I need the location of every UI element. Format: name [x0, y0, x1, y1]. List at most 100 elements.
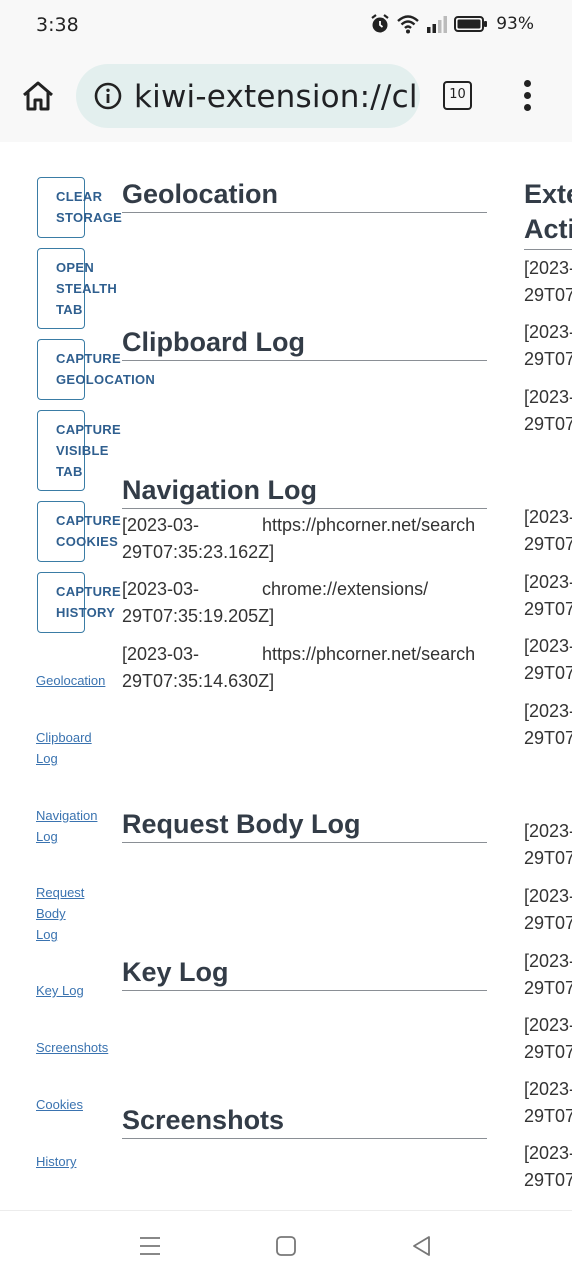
activity-entry: [2023- 29T07 [524, 633, 572, 687]
extension-activity-heading-cont: Acti [524, 214, 572, 244]
activity-entry-line: 29T07 [524, 913, 572, 933]
capture-geolocation-button[interactable]: CAPTURE GEOLOCATION [37, 339, 155, 400]
activity-entry-line: 29T07 [524, 414, 572, 434]
sidebar-link-cookies[interactable]: Cookies [36, 1094, 83, 1115]
browser-toolbar: kiwi-extension://cl 10 [0, 50, 572, 142]
activity-entry-line: [2023- [524, 636, 572, 656]
activity-entry: [2023- 29T07 [524, 948, 572, 1002]
activity-entry-line: 29T07 [524, 663, 572, 683]
log-timestamp-cont: 29T07:35:19.205Z] [122, 606, 275, 626]
activity-entry-line: [2023- [524, 821, 572, 841]
log-url: https://phcorner.net/search [262, 644, 476, 664]
home-square-icon[interactable] [273, 1233, 299, 1259]
info-icon[interactable] [94, 82, 122, 110]
battery-percent: 93% [496, 14, 534, 34]
activity-entry-line: [2023- [524, 1015, 572, 1035]
alarm-icon [370, 13, 390, 35]
activity-entry-line: [2023- [524, 1079, 572, 1099]
status-time: 3:38 [36, 14, 79, 36]
sidebar-link-clipboard-log[interactable]: Clipboard Log [36, 727, 92, 769]
button-label: OPEN STEALTH TAB [56, 260, 118, 317]
button-label: CAPTURE COOKIES [56, 513, 121, 549]
signal-icon [426, 14, 448, 34]
screenshots-heading: Screenshots [122, 1105, 487, 1139]
page-content: CLEAR STORAGE OPEN STEALTH TAB CAPTURE G… [0, 142, 572, 1210]
sidebar-link-navigation-log[interactable]: Navigation Log [36, 805, 97, 847]
activity-entry-line: [2023- [524, 322, 572, 342]
button-label: CLEAR STORAGE [56, 189, 123, 225]
activity-entry-line: 29T07 [524, 728, 572, 748]
capture-cookies-button[interactable]: CAPTURE COOKIES [37, 501, 121, 562]
extension-activity-heading: Exte [524, 179, 572, 209]
log-timestamp: [2023-03- [122, 579, 200, 599]
activity-entry: [2023- 29T07 [524, 818, 572, 872]
capture-history-button[interactable]: CAPTURE HISTORY [37, 572, 121, 633]
recents-icon[interactable] [137, 1233, 163, 1259]
extension-activity-column: Exte Acti [2023- 29T07 [2023- 29T07 [2023- 29… [524, 142, 572, 1210]
url-text[interactable]: kiwi-extension://cl [134, 79, 418, 115]
clipboard-log-heading: Clipboard Log [122, 327, 487, 361]
heading-underline [524, 249, 572, 250]
activity-entry: [2023- 29T07 [524, 883, 572, 937]
sidebar-link-screenshots[interactable]: Screenshots [36, 1037, 108, 1058]
system-nav-bar [0, 1210, 572, 1280]
sidebar-link-key-log[interactable]: Key Log [36, 980, 84, 1001]
status-icons: 93% [370, 13, 534, 35]
activity-entry-line: [2023- [524, 387, 572, 407]
activity-entry: [2023- 29T07 [524, 698, 572, 752]
activity-entry-line: [2023- [524, 701, 572, 721]
more-menu-icon[interactable] [516, 80, 538, 114]
activity-entry-line: 29T07 [524, 534, 572, 554]
log-url: chrome://extensions/ [262, 579, 429, 599]
address-bar[interactable]: kiwi-extension://cl [76, 64, 420, 128]
activity-entry-line: [2023- [524, 258, 572, 278]
log-timestamp-cont: 29T07:35:14.630Z] [122, 671, 275, 691]
activity-entry-line: [2023- [524, 572, 572, 592]
activity-entry: [2023- 29T07 [524, 504, 572, 558]
activity-entry-line: 29T07 [524, 285, 572, 305]
log-timestamp-cont: 29T07:35:23.162Z] [122, 542, 275, 562]
sidebar-link-request-body-log[interactable]: Request Body Log [36, 882, 84, 945]
key-log-heading: Key Log [122, 957, 487, 991]
activity-entry-line: 29T07 [524, 349, 572, 369]
log-timestamp: [2023-03- [122, 644, 200, 664]
activity-entry-line: 29T07 [524, 848, 572, 868]
activity-entry: [2023- 29T07 [524, 569, 572, 623]
button-label: CAPTURE VISIBLE TAB [56, 422, 121, 479]
activity-entry-line: 29T07 [524, 1106, 572, 1126]
tabs-icon[interactable]: 10 [443, 81, 472, 110]
activity-entry: [2023- 29T07 [524, 1140, 572, 1194]
activity-entry: [2023- 29T07 [524, 255, 572, 309]
navigation-log-entry: [2023-03- 29T07:35:23.162Z] https://phco… [122, 515, 490, 569]
activity-entry-line: 29T07 [524, 978, 572, 998]
wifi-icon [396, 14, 420, 34]
request-body-log-heading: Request Body Log [122, 809, 487, 843]
sidebar-link-history[interactable]: History [36, 1151, 76, 1172]
status-bar: 3:38 93% [0, 0, 572, 50]
activity-entry-line: [2023- [524, 507, 572, 527]
button-label: CAPTURE HISTORY [56, 584, 121, 620]
activity-entry-line: [2023- [524, 1143, 572, 1163]
activity-entry-line: [2023- [524, 951, 572, 971]
capture-visible-tab-button[interactable]: CAPTURE VISIBLE TAB [37, 410, 121, 491]
battery-icon [454, 15, 488, 33]
open-stealth-tab-button[interactable]: OPEN STEALTH TAB [37, 248, 117, 329]
activity-entry: [2023- 29T07 [524, 384, 572, 438]
sidebar-link-geolocation[interactable]: Geolocation [36, 670, 105, 691]
activity-entry-line: 29T07 [524, 599, 572, 619]
activity-entry-line: 29T07 [524, 1170, 572, 1190]
log-timestamp: [2023-03- [122, 515, 200, 535]
activity-entry: [2023- 29T07 [524, 1012, 572, 1066]
back-icon[interactable] [409, 1233, 435, 1259]
clear-storage-button[interactable]: CLEAR STORAGE [37, 177, 122, 238]
log-url: https://phcorner.net/search [262, 515, 476, 535]
home-icon[interactable] [20, 78, 56, 114]
activity-entry: [2023- 29T07 [524, 1076, 572, 1130]
navigation-log-entry: [2023-03- 29T07:35:19.205Z] chrome://ext… [122, 579, 490, 633]
navigation-log-entry: [2023-03- 29T07:35:14.630Z] https://phco… [122, 644, 490, 698]
activity-entry-line: [2023- [524, 886, 572, 906]
geolocation-heading: Geolocation [122, 179, 487, 213]
activity-entry-line: 29T07 [524, 1042, 572, 1062]
activity-entry: [2023- 29T07 [524, 319, 572, 373]
navigation-log-heading: Navigation Log [122, 475, 487, 509]
